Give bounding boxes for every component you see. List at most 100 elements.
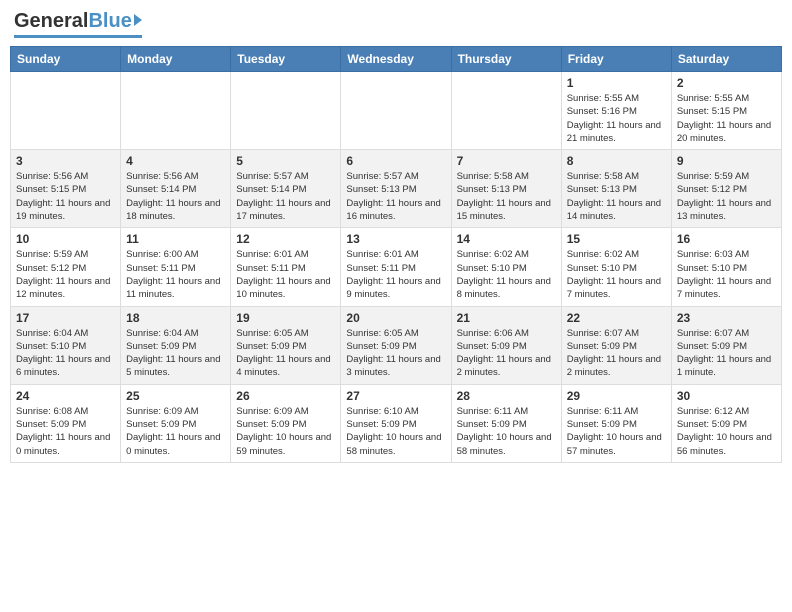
- day-header-tuesday: Tuesday: [231, 47, 341, 72]
- day-cell: 23 Sunrise: 6:07 AM Sunset: 5:09 PM Dayli…: [671, 306, 781, 384]
- day-cell: 4 Sunrise: 5:56 AM Sunset: 5:14 PM Daylig…: [121, 150, 231, 228]
- day-number: 19: [236, 311, 335, 325]
- day-info: Sunrise: 6:01 AM Sunset: 5:11 PM Dayligh…: [346, 248, 445, 301]
- week-row-4: 17 Sunrise: 6:04 AM Sunset: 5:10 PM Dayli…: [11, 306, 782, 384]
- day-cell: 7Sunrise: 5:58 AM Sunset: 5:13 PM Daylig…: [451, 150, 561, 228]
- day-cell: 2 Sunrise: 5:55 AM Sunset: 5:15 PM Daylig…: [671, 72, 781, 150]
- day-number: 6: [346, 154, 445, 168]
- day-info: Sunrise: 6:07 AM Sunset: 5:09 PM Dayligh…: [567, 327, 666, 380]
- day-number: 4: [126, 154, 225, 168]
- day-cell: [11, 72, 121, 150]
- day-info: Sunrise: 6:05 AM Sunset: 5:09 PM Dayligh…: [346, 327, 445, 380]
- day-info: Sunrise: 6:09 AM Sunset: 5:09 PM Dayligh…: [126, 405, 225, 458]
- logo-underline: [14, 35, 142, 38]
- logo-arrow-icon: [134, 14, 142, 26]
- day-info: Sunrise: 5:58 AM Sunset: 5:13 PM Dayligh…: [457, 170, 556, 223]
- day-cell: 24 Sunrise: 6:08 AM Sunset: 5:09 PM Dayli…: [11, 384, 121, 462]
- day-info: Sunrise: 5:56 AM Sunset: 5:14 PM Dayligh…: [126, 170, 225, 223]
- day-info: Sunrise: 6:08 AM Sunset: 5:09 PM Dayligh…: [16, 405, 115, 458]
- calendar-body: 1Sunrise: 5:55 AM Sunset: 5:16 PM Daylig…: [11, 72, 782, 463]
- day-info: Sunrise: 6:05 AM Sunset: 5:09 PM Dayligh…: [236, 327, 335, 380]
- day-info: Sunrise: 6:09 AM Sunset: 5:09 PM Dayligh…: [236, 405, 335, 458]
- day-number: 23: [677, 311, 776, 325]
- day-cell: 28 Sunrise: 6:11 AM Sunset: 5:09 PM Dayli…: [451, 384, 561, 462]
- day-cell: [231, 72, 341, 150]
- day-info: Sunrise: 6:04 AM Sunset: 5:09 PM Dayligh…: [126, 327, 225, 380]
- day-header-wednesday: Wednesday: [341, 47, 451, 72]
- day-cell: 6Sunrise: 5:57 AM Sunset: 5:13 PM Daylig…: [341, 150, 451, 228]
- day-cell: 16 Sunrise: 6:03 AM Sunset: 5:10 PM Dayli…: [671, 228, 781, 306]
- day-number: 1: [567, 76, 666, 90]
- day-number: 16: [677, 232, 776, 246]
- day-info: Sunrise: 5:56 AM Sunset: 5:15 PM Dayligh…: [16, 170, 115, 223]
- day-number: 28: [457, 389, 556, 403]
- day-number: 27: [346, 389, 445, 403]
- day-info: Sunrise: 6:11 AM Sunset: 5:09 PM Dayligh…: [457, 405, 556, 458]
- week-row-1: 1Sunrise: 5:55 AM Sunset: 5:16 PM Daylig…: [11, 72, 782, 150]
- day-cell: 11 Sunrise: 6:00 AM Sunset: 5:11 PM Dayli…: [121, 228, 231, 306]
- calendar-table: SundayMondayTuesdayWednesdayThursdayFrid…: [10, 46, 782, 463]
- day-info: Sunrise: 6:02 AM Sunset: 5:10 PM Dayligh…: [457, 248, 556, 301]
- day-cell: 27Sunrise: 6:10 AM Sunset: 5:09 PM Dayli…: [341, 384, 451, 462]
- day-cell: 15 Sunrise: 6:02 AM Sunset: 5:10 PM Dayli…: [561, 228, 671, 306]
- day-number: 20: [346, 311, 445, 325]
- day-cell: 10 Sunrise: 5:59 AM Sunset: 5:12 PM Dayli…: [11, 228, 121, 306]
- day-number: 15: [567, 232, 666, 246]
- day-info: Sunrise: 6:02 AM Sunset: 5:10 PM Dayligh…: [567, 248, 666, 301]
- logo-general-text: General: [14, 10, 88, 33]
- day-cell: 22 Sunrise: 6:07 AM Sunset: 5:09 PM Dayli…: [561, 306, 671, 384]
- day-number: 17: [16, 311, 115, 325]
- day-cell: 13 Sunrise: 6:01 AM Sunset: 5:11 PM Dayli…: [341, 228, 451, 306]
- day-number: 25: [126, 389, 225, 403]
- day-cell: 1Sunrise: 5:55 AM Sunset: 5:16 PM Daylig…: [561, 72, 671, 150]
- day-header-thursday: Thursday: [451, 47, 561, 72]
- day-info: Sunrise: 6:11 AM Sunset: 5:09 PM Dayligh…: [567, 405, 666, 458]
- day-number: 14: [457, 232, 556, 246]
- day-number: 5: [236, 154, 335, 168]
- day-cell: 19 Sunrise: 6:05 AM Sunset: 5:09 PM Dayli…: [231, 306, 341, 384]
- day-header-friday: Friday: [561, 47, 671, 72]
- calendar-header: SundayMondayTuesdayWednesdayThursdayFrid…: [11, 47, 782, 72]
- day-info: Sunrise: 5:59 AM Sunset: 5:12 PM Dayligh…: [677, 170, 776, 223]
- day-header-sunday: Sunday: [11, 47, 121, 72]
- day-cell: 9 Sunrise: 5:59 AM Sunset: 5:12 PM Daylig…: [671, 150, 781, 228]
- day-number: 24: [16, 389, 115, 403]
- day-info: Sunrise: 5:55 AM Sunset: 5:15 PM Dayligh…: [677, 92, 776, 145]
- day-cell: 29 Sunrise: 6:11 AM Sunset: 5:09 PM Dayli…: [561, 384, 671, 462]
- day-info: Sunrise: 5:58 AM Sunset: 5:13 PM Dayligh…: [567, 170, 666, 223]
- day-cell: 5 Sunrise: 5:57 AM Sunset: 5:14 PM Daylig…: [231, 150, 341, 228]
- day-cell: 14 Sunrise: 6:02 AM Sunset: 5:10 PM Dayli…: [451, 228, 561, 306]
- day-cell: [341, 72, 451, 150]
- day-info: Sunrise: 5:59 AM Sunset: 5:12 PM Dayligh…: [16, 248, 115, 301]
- day-number: 9: [677, 154, 776, 168]
- day-info: Sunrise: 6:00 AM Sunset: 5:11 PM Dayligh…: [126, 248, 225, 301]
- day-number: 2: [677, 76, 776, 90]
- logo: General Blue: [14, 10, 142, 38]
- day-number: 18: [126, 311, 225, 325]
- day-cell: 3 Sunrise: 5:56 AM Sunset: 5:15 PM Daylig…: [11, 150, 121, 228]
- day-cell: [121, 72, 231, 150]
- day-number: 11: [126, 232, 225, 246]
- day-number: 10: [16, 232, 115, 246]
- day-number: 13: [346, 232, 445, 246]
- day-number: 22: [567, 311, 666, 325]
- day-number: 12: [236, 232, 335, 246]
- week-row-3: 10 Sunrise: 5:59 AM Sunset: 5:12 PM Dayli…: [11, 228, 782, 306]
- day-cell: 26Sunrise: 6:09 AM Sunset: 5:09 PM Dayli…: [231, 384, 341, 462]
- day-cell: 21Sunrise: 6:06 AM Sunset: 5:09 PM Dayli…: [451, 306, 561, 384]
- day-cell: 17 Sunrise: 6:04 AM Sunset: 5:10 PM Dayli…: [11, 306, 121, 384]
- day-cell: [451, 72, 561, 150]
- week-row-2: 3 Sunrise: 5:56 AM Sunset: 5:15 PM Daylig…: [11, 150, 782, 228]
- day-cell: 30Sunrise: 6:12 AM Sunset: 5:09 PM Dayli…: [671, 384, 781, 462]
- week-row-5: 24 Sunrise: 6:08 AM Sunset: 5:09 PM Dayli…: [11, 384, 782, 462]
- day-info: Sunrise: 6:12 AM Sunset: 5:09 PM Dayligh…: [677, 405, 776, 458]
- logo-blue-text: Blue: [88, 10, 131, 33]
- day-number: 29: [567, 389, 666, 403]
- day-info: Sunrise: 6:03 AM Sunset: 5:10 PM Dayligh…: [677, 248, 776, 301]
- day-cell: 8Sunrise: 5:58 AM Sunset: 5:13 PM Daylig…: [561, 150, 671, 228]
- day-info: Sunrise: 5:57 AM Sunset: 5:14 PM Dayligh…: [236, 170, 335, 223]
- day-number: 21: [457, 311, 556, 325]
- day-number: 3: [16, 154, 115, 168]
- day-info: Sunrise: 6:04 AM Sunset: 5:10 PM Dayligh…: [16, 327, 115, 380]
- day-info: Sunrise: 6:07 AM Sunset: 5:09 PM Dayligh…: [677, 327, 776, 380]
